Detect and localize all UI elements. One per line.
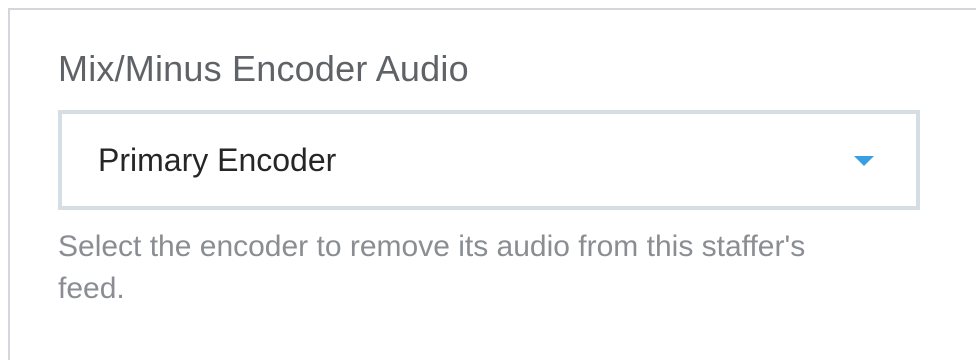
encoder-select[interactable]: Primary Encoder xyxy=(58,110,920,210)
settings-panel: Mix/Minus Encoder Audio Primary Encoder … xyxy=(8,8,976,360)
field-label: Mix/Minus Encoder Audio xyxy=(58,48,469,89)
chevron-down-icon xyxy=(854,156,874,166)
help-text: Select the encoder to remove its audio f… xyxy=(58,230,806,305)
select-value: Primary Encoder xyxy=(98,142,337,178)
